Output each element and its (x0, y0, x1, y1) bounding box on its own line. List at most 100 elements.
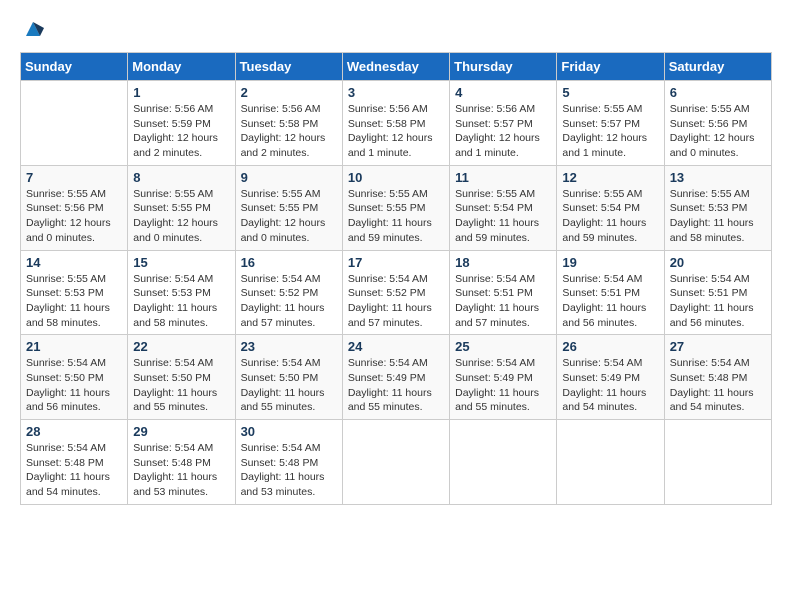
calendar-cell (664, 420, 771, 505)
day-header-wednesday: Wednesday (342, 53, 449, 81)
day-info: Sunrise: 5:55 AM Sunset: 5:55 PM Dayligh… (241, 187, 337, 246)
day-number: 30 (241, 424, 337, 439)
day-info: Sunrise: 5:54 AM Sunset: 5:52 PM Dayligh… (348, 272, 444, 331)
day-info: Sunrise: 5:54 AM Sunset: 5:51 PM Dayligh… (455, 272, 551, 331)
day-info: Sunrise: 5:55 AM Sunset: 5:56 PM Dayligh… (26, 187, 122, 246)
day-info: Sunrise: 5:56 AM Sunset: 5:59 PM Dayligh… (133, 102, 229, 161)
day-info: Sunrise: 5:54 AM Sunset: 5:50 PM Dayligh… (241, 356, 337, 415)
day-number: 18 (455, 255, 551, 270)
calendar-cell (21, 81, 128, 166)
calendar-cell: 4Sunrise: 5:56 AM Sunset: 5:57 PM Daylig… (450, 81, 557, 166)
calendar-cell: 1 Sunrise: 5:56 AM Sunset: 5:59 PM Daylig… (128, 81, 235, 166)
day-info: Sunrise: 5:55 AM Sunset: 5:53 PM Dayligh… (670, 187, 766, 246)
day-info: Sunrise: 5:54 AM Sunset: 5:49 PM Dayligh… (562, 356, 658, 415)
day-info: Sunrise: 5:54 AM Sunset: 5:51 PM Dayligh… (562, 272, 658, 331)
day-number: 16 (241, 255, 337, 270)
calendar-cell: 12 Sunrise: 5:55 AM Sunset: 5:54 PM Dayli… (557, 165, 664, 250)
calendar-week-row: 7Sunrise: 5:55 AM Sunset: 5:56 PM Daylig… (21, 165, 772, 250)
day-info: Sunrise: 5:54 AM Sunset: 5:52 PM Dayligh… (241, 272, 337, 331)
calendar-cell: 15Sunrise: 5:54 AM Sunset: 5:53 PM Dayli… (128, 250, 235, 335)
day-number: 21 (26, 339, 122, 354)
day-number: 14 (26, 255, 122, 270)
day-info: Sunrise: 5:54 AM Sunset: 5:48 PM Dayligh… (670, 356, 766, 415)
calendar-cell: 13 Sunrise: 5:55 AM Sunset: 5:53 PM Dayli… (664, 165, 771, 250)
calendar-cell: 7Sunrise: 5:55 AM Sunset: 5:56 PM Daylig… (21, 165, 128, 250)
day-info: Sunrise: 5:54 AM Sunset: 5:48 PM Dayligh… (26, 441, 122, 500)
day-info: Sunrise: 5:54 AM Sunset: 5:48 PM Dayligh… (133, 441, 229, 500)
day-header-saturday: Saturday (664, 53, 771, 81)
calendar-cell: 2Sunrise: 5:56 AM Sunset: 5:58 PM Daylig… (235, 81, 342, 166)
calendar-week-row: 21 Sunrise: 5:54 AM Sunset: 5:50 PM Dayli… (21, 335, 772, 420)
day-header-sunday: Sunday (21, 53, 128, 81)
day-number: 3 (348, 85, 444, 100)
calendar-header-row: SundayMondayTuesdayWednesdayThursdayFrid… (21, 53, 772, 81)
calendar-cell (557, 420, 664, 505)
day-info: Sunrise: 5:54 AM Sunset: 5:53 PM Dayligh… (133, 272, 229, 331)
day-header-monday: Monday (128, 53, 235, 81)
day-number: 19 (562, 255, 658, 270)
day-number: 5 (562, 85, 658, 100)
calendar-cell: 30Sunrise: 5:54 AM Sunset: 5:48 PM Dayli… (235, 420, 342, 505)
calendar-cell: 3 Sunrise: 5:56 AM Sunset: 5:58 PM Daylig… (342, 81, 449, 166)
calendar-table: SundayMondayTuesdayWednesdayThursdayFrid… (20, 52, 772, 505)
calendar-cell: 26 Sunrise: 5:54 AM Sunset: 5:49 PM Dayli… (557, 335, 664, 420)
logo (20, 20, 44, 36)
calendar-cell: 9 Sunrise: 5:55 AM Sunset: 5:55 PM Daylig… (235, 165, 342, 250)
calendar-cell: 18 Sunrise: 5:54 AM Sunset: 5:51 PM Dayli… (450, 250, 557, 335)
day-info: Sunrise: 5:56 AM Sunset: 5:58 PM Dayligh… (348, 102, 444, 161)
day-header-tuesday: Tuesday (235, 53, 342, 81)
calendar-cell: 20 Sunrise: 5:54 AM Sunset: 5:51 PM Dayli… (664, 250, 771, 335)
day-info: Sunrise: 5:54 AM Sunset: 5:49 PM Dayligh… (455, 356, 551, 415)
calendar-cell: 27 Sunrise: 5:54 AM Sunset: 5:48 PM Dayli… (664, 335, 771, 420)
calendar-cell: 11 Sunrise: 5:55 AM Sunset: 5:54 PM Dayli… (450, 165, 557, 250)
day-info: Sunrise: 5:55 AM Sunset: 5:57 PM Dayligh… (562, 102, 658, 161)
day-number: 8 (133, 170, 229, 185)
page-header (20, 20, 772, 36)
day-number: 1 (133, 85, 229, 100)
calendar-cell: 24Sunrise: 5:54 AM Sunset: 5:49 PM Dayli… (342, 335, 449, 420)
day-number: 13 (670, 170, 766, 185)
calendar-cell: 8 Sunrise: 5:55 AM Sunset: 5:55 PM Daylig… (128, 165, 235, 250)
day-number: 6 (670, 85, 766, 100)
day-number: 10 (348, 170, 444, 185)
calendar-week-row: 14 Sunrise: 5:55 AM Sunset: 5:53 PM Dayli… (21, 250, 772, 335)
calendar-cell: 19 Sunrise: 5:54 AM Sunset: 5:51 PM Dayli… (557, 250, 664, 335)
calendar-cell: 5 Sunrise: 5:55 AM Sunset: 5:57 PM Daylig… (557, 81, 664, 166)
day-number: 17 (348, 255, 444, 270)
calendar-cell: 14 Sunrise: 5:55 AM Sunset: 5:53 PM Dayli… (21, 250, 128, 335)
day-info: Sunrise: 5:55 AM Sunset: 5:56 PM Dayligh… (670, 102, 766, 161)
day-number: 22 (133, 339, 229, 354)
day-number: 29 (133, 424, 229, 439)
calendar-cell: 28 Sunrise: 5:54 AM Sunset: 5:48 PM Dayli… (21, 420, 128, 505)
day-number: 4 (455, 85, 551, 100)
calendar-cell: 16 Sunrise: 5:54 AM Sunset: 5:52 PM Dayli… (235, 250, 342, 335)
day-info: Sunrise: 5:55 AM Sunset: 5:54 PM Dayligh… (562, 187, 658, 246)
day-number: 23 (241, 339, 337, 354)
calendar-cell (450, 420, 557, 505)
calendar-cell: 21Sunrise: 5:54 AM Sunset: 5:50 PM Dayli… (21, 335, 128, 420)
day-number: 9 (241, 170, 337, 185)
day-number: 24 (348, 339, 444, 354)
day-info: Sunrise: 5:55 AM Sunset: 5:53 PM Dayligh… (26, 272, 122, 331)
calendar-cell: 6 Sunrise: 5:55 AM Sunset: 5:56 PM Daylig… (664, 81, 771, 166)
calendar-cell (342, 420, 449, 505)
day-number: 25 (455, 339, 551, 354)
day-number: 28 (26, 424, 122, 439)
day-header-thursday: Thursday (450, 53, 557, 81)
day-info: Sunrise: 5:54 AM Sunset: 5:50 PM Dayligh… (133, 356, 229, 415)
calendar-cell: 25 Sunrise: 5:54 AM Sunset: 5:49 PM Dayli… (450, 335, 557, 420)
day-number: 11 (455, 170, 551, 185)
day-info: Sunrise: 5:55 AM Sunset: 5:55 PM Dayligh… (133, 187, 229, 246)
day-info: Sunrise: 5:54 AM Sunset: 5:51 PM Dayligh… (670, 272, 766, 331)
calendar-cell: 17 Sunrise: 5:54 AM Sunset: 5:52 PM Dayli… (342, 250, 449, 335)
day-number: 20 (670, 255, 766, 270)
day-number: 12 (562, 170, 658, 185)
calendar-week-row: 1 Sunrise: 5:56 AM Sunset: 5:59 PM Daylig… (21, 81, 772, 166)
calendar-cell: 23 Sunrise: 5:54 AM Sunset: 5:50 PM Dayli… (235, 335, 342, 420)
day-number: 26 (562, 339, 658, 354)
day-info: Sunrise: 5:56 AM Sunset: 5:58 PM Dayligh… (241, 102, 337, 161)
day-info: Sunrise: 5:55 AM Sunset: 5:54 PM Dayligh… (455, 187, 551, 246)
day-number: 27 (670, 339, 766, 354)
calendar-cell: 22 Sunrise: 5:54 AM Sunset: 5:50 PM Dayli… (128, 335, 235, 420)
calendar-week-row: 28 Sunrise: 5:54 AM Sunset: 5:48 PM Dayli… (21, 420, 772, 505)
